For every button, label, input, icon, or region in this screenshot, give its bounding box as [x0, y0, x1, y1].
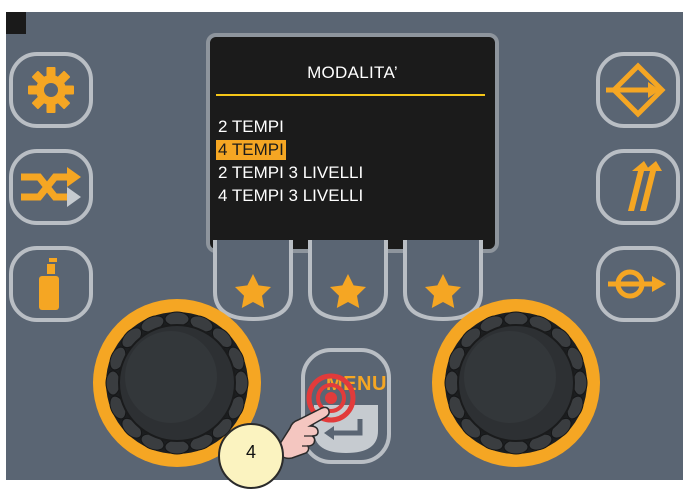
title-divider — [216, 94, 485, 96]
knob-grip — [164, 439, 190, 455]
knob-grip — [444, 370, 460, 396]
inch-button[interactable] — [596, 149, 680, 225]
knob-grip — [164, 311, 190, 327]
menu-item-4-tempi-3-livelli[interactable]: 4 TEMPI 3 LIVELLI — [216, 186, 365, 206]
knob-grip — [233, 370, 249, 396]
knob-grip — [105, 370, 121, 396]
menu-item-2-tempi-3-livelli[interactable]: 2 TEMPI 3 LIVELLI — [216, 163, 365, 183]
menu-item-2-tempi[interactable]: 2 TEMPI — [216, 117, 286, 137]
spray-button[interactable] — [9, 246, 93, 322]
step-callout: 4 — [218, 423, 284, 489]
knob-grip — [503, 311, 529, 327]
screen-title: MODALITA’ — [307, 63, 398, 82]
soft-key-2[interactable] — [307, 240, 389, 322]
lcd-screen: MODALITA’ 2 TEMPI 4 TEMPI 2 TEMPI 3 LIVE… — [206, 33, 499, 253]
corner-mark — [6, 12, 26, 34]
wire-test-button[interactable] — [596, 52, 680, 128]
right-encoder-knob[interactable] — [430, 297, 602, 469]
menu-item-4-tempi[interactable]: 4 TEMPI — [216, 140, 286, 160]
step-number: 4 — [245, 442, 256, 462]
knob-grip — [503, 439, 529, 455]
settings-button[interactable] — [9, 52, 93, 128]
gear-icon — [28, 67, 74, 113]
control-panel: MODALITA’ 2 TEMPI 4 TEMPI 2 TEMPI 3 LIVE… — [6, 12, 683, 480]
knob-grip — [572, 370, 588, 396]
wire-feed-button[interactable] — [596, 246, 680, 322]
shuffle-button[interactable] — [9, 149, 93, 225]
